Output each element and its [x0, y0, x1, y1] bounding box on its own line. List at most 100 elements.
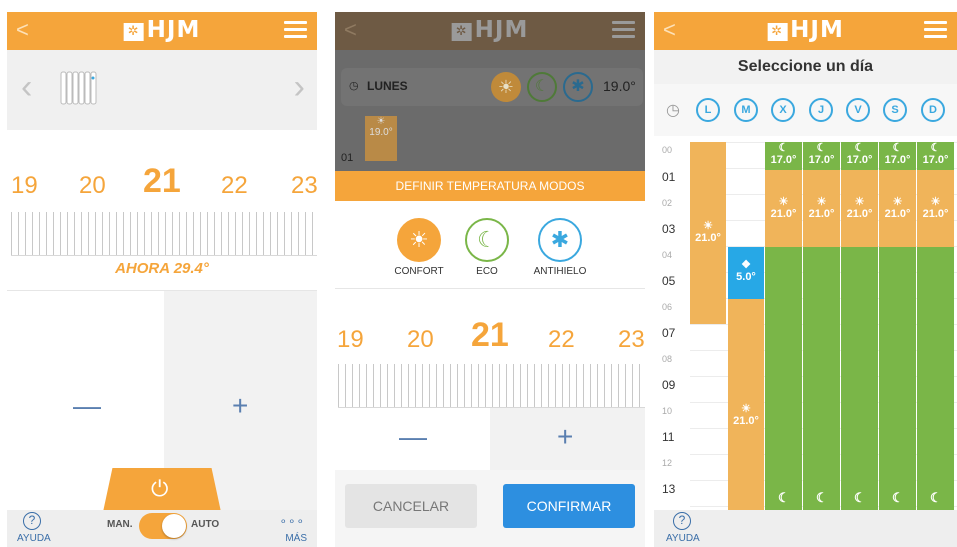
hour-label: 10	[662, 406, 673, 416]
schedule-block[interactable]: ☾ 17.0°	[765, 142, 802, 170]
moon-icon: ☾	[930, 490, 942, 505]
block-temperature: 17.0°	[884, 154, 911, 166]
decrease-button[interactable]: —	[73, 390, 101, 422]
help-label[interactable]: AYUDA	[17, 533, 51, 544]
day-button-x[interactable]: X	[771, 98, 795, 122]
app-header: < ✲ HJM	[654, 12, 957, 50]
schedule-block[interactable]: ☾ 17.0°	[917, 142, 954, 170]
back-icon[interactable]: <	[344, 17, 357, 43]
schedule-block[interactable]: ☾ 17.0°	[879, 142, 916, 170]
day-button-l[interactable]: L	[696, 98, 720, 122]
scale-value: 20	[407, 326, 434, 353]
comfort-mode-button[interactable]: ☀	[397, 218, 441, 262]
schedule-overlay: ◷ LUNES ☀ ☾ ✱ 19.0° ☀ 19.0° 01	[335, 50, 645, 171]
schedule-block[interactable]: ☾ 17.0°	[841, 142, 878, 170]
back-icon[interactable]: <	[663, 17, 676, 43]
footer-bar: ? AYUDA	[654, 510, 957, 547]
hour-label: 06	[662, 302, 673, 312]
schedule-block[interactable]: ☾	[879, 247, 916, 510]
eco-mode-button[interactable]: ☾	[465, 218, 509, 262]
schedule-block[interactable]: ☀ 21.0°	[841, 170, 878, 247]
page-title: Seleccione un día	[654, 50, 957, 84]
block-temperature: 17.0°	[770, 154, 797, 166]
mode-temperature-dialog: < ✲ HJM ◷ LUNES ☀ ☾ ✱ 19.0° ☀ 19.0° 01 DE…	[335, 12, 645, 547]
schedule-block[interactable]: ☾ 17.0°	[803, 142, 840, 170]
hour-label: 12	[662, 458, 673, 468]
snowflake-icon[interactable]: ✱	[563, 72, 593, 102]
scale-value: 20	[79, 172, 106, 199]
schedule-block[interactable]: ☀ 21.0°	[917, 170, 954, 247]
schedule-block[interactable]: ☾	[803, 247, 840, 510]
moon-icon[interactable]: ☾	[527, 72, 557, 102]
schedule-block[interactable]: ☀ 21.0°	[728, 299, 764, 510]
hour-label: 00	[662, 145, 673, 155]
sun-icon: ☀	[703, 220, 713, 232]
snowflake-icon: ❖	[741, 259, 751, 271]
schedule-block[interactable]: ☀ 21.0°	[765, 170, 802, 247]
schedule-block[interactable]: ☀ 21.0°	[879, 170, 916, 247]
block-temperature: 5.0°	[736, 271, 756, 283]
antifreeze-mode-button[interactable]: ✱	[538, 218, 582, 262]
menu-icon[interactable]	[924, 21, 947, 39]
block-temperature: 17.0°	[846, 154, 873, 166]
cancel-button[interactable]: CANCELAR	[345, 484, 477, 528]
schedule-block[interactable]: ☾	[841, 247, 878, 510]
hour-label: 13	[662, 482, 676, 496]
schedule-block[interactable]: ☀ 21.0°	[690, 142, 726, 324]
block-temperature: 21.0°	[884, 208, 911, 220]
schedule-slot[interactable]: ☀ 19.0°	[365, 116, 397, 161]
next-device-icon[interactable]: ›	[294, 68, 305, 107]
hour-label: 08	[662, 354, 673, 364]
help-icon[interactable]: ?	[23, 512, 41, 530]
sun-icon[interactable]: ☀	[491, 72, 521, 102]
selected-temperature: 21	[143, 162, 181, 200]
moon-icon: ☾	[930, 142, 941, 154]
sun-icon: ☀	[816, 196, 827, 208]
block-temperature: 21.0°	[808, 208, 835, 220]
decrease-button[interactable]: —	[399, 421, 427, 453]
moon-icon: ☾	[778, 490, 790, 505]
schedule-block[interactable]: ❖ 5.0°	[728, 247, 764, 299]
schedule-block[interactable]: ☀ 21.0°	[803, 170, 840, 247]
day-button-d[interactable]: D	[921, 98, 945, 122]
block-temperature: 21.0°	[733, 415, 759, 427]
weekly-schedule-screen: < ✲ HJM Seleccione un día ◷ L M X J V S D…	[654, 12, 957, 547]
hour-label: 07	[662, 326, 676, 340]
prev-device-icon[interactable]: ‹	[21, 68, 32, 107]
mode-toggle[interactable]	[139, 513, 187, 539]
app-header: < ✲ HJM	[335, 12, 645, 50]
temperature-ruler[interactable]	[11, 212, 317, 256]
footer-bar: ? AYUDA MAN. AUTO ∘∘∘ MÁS	[7, 510, 317, 547]
schedule-block[interactable]: ☾	[765, 247, 802, 510]
eco-label: ECO	[476, 266, 498, 277]
increase-button[interactable]: +	[557, 421, 573, 453]
menu-icon[interactable]	[612, 21, 635, 39]
day-button-j[interactable]: J	[809, 98, 833, 122]
schedule-block[interactable]: ☾	[917, 247, 954, 510]
scale-value: 19	[337, 326, 364, 353]
help-label[interactable]: AYUDA	[666, 533, 700, 544]
moon-icon: ☾	[854, 142, 865, 154]
day-button-m[interactable]: M	[734, 98, 758, 122]
more-label[interactable]: MÁS	[285, 533, 307, 544]
moon-icon: ☾	[816, 142, 827, 154]
slot-temperature: 19.0°	[369, 127, 393, 138]
logo: ✲ HJM	[767, 17, 844, 43]
block-temperature: 21.0°	[695, 232, 721, 244]
back-icon[interactable]: <	[16, 17, 29, 43]
increase-button[interactable]: +	[232, 390, 248, 422]
day-button-s[interactable]: S	[883, 98, 907, 122]
sun-icon: ☀	[409, 227, 429, 252]
radiator-icon	[59, 70, 97, 106]
more-icon[interactable]: ∘∘∘	[279, 514, 305, 528]
confirm-button[interactable]: CONFIRMAR	[503, 484, 635, 528]
day-button-v[interactable]: V	[846, 98, 870, 122]
hour-label: 01	[341, 152, 354, 164]
temperature-ruler[interactable]	[338, 364, 645, 408]
snowflake-icon: ✱	[550, 227, 570, 252]
hour-label: 01	[662, 170, 676, 184]
hour-label: 04	[662, 250, 673, 260]
menu-icon[interactable]	[284, 21, 307, 39]
help-icon[interactable]: ?	[673, 512, 691, 530]
power-button[interactable]: ⏻	[103, 468, 221, 512]
